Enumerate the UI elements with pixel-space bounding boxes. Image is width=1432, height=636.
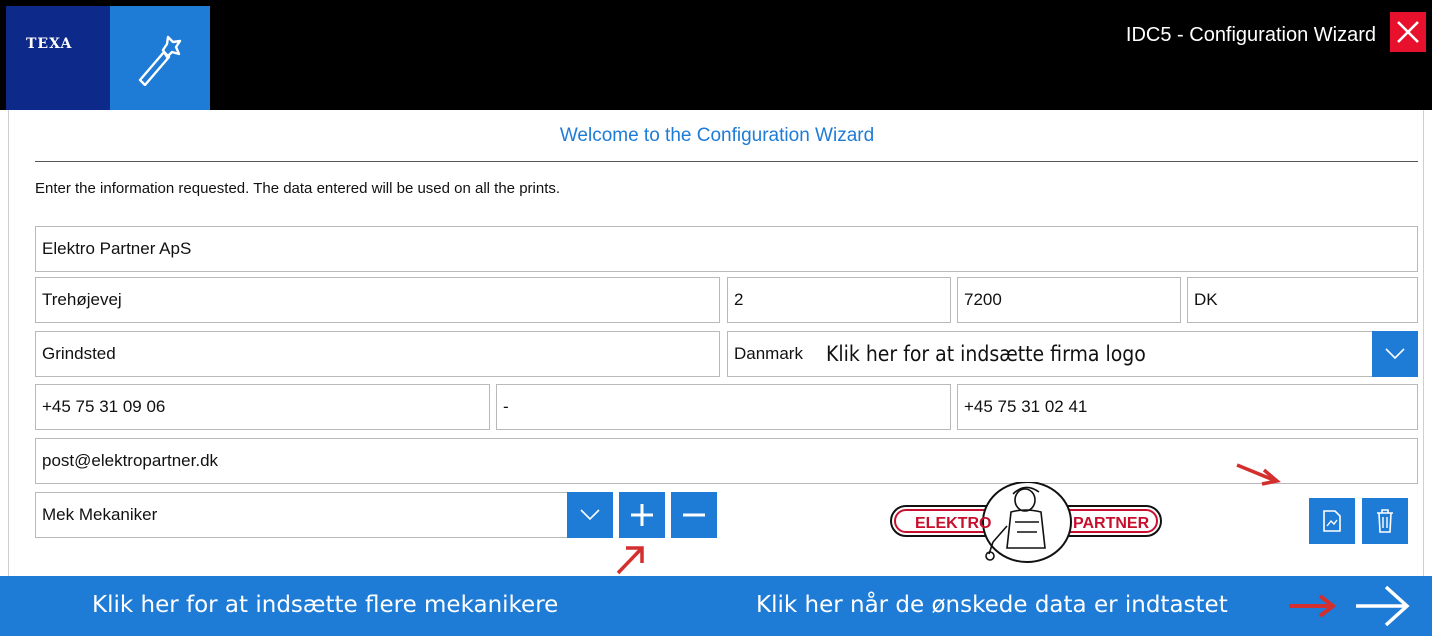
street-number-field[interactable]: 2 <box>727 277 951 323</box>
minus-icon <box>683 513 705 517</box>
country-code-field[interactable]: DK <box>1187 277 1418 323</box>
title-bar: TEXA IDC5 - Configuration Wizard <box>0 0 1432 110</box>
remove-mechanic-button[interactable] <box>671 492 717 538</box>
email-field[interactable]: post@elektropartner.dk <box>35 438 1418 484</box>
company-logo: ELEKTRO PARTNER <box>890 482 1162 563</box>
instructions-text: Enter the information requested. The dat… <box>35 180 561 197</box>
logo-right-text: PARTNER <box>1073 515 1150 532</box>
fax-field[interactable]: +45 75 31 02 41 <box>957 384 1418 430</box>
window-title: IDC5 - Configuration Wizard <box>1125 24 1376 46</box>
insert-logo-button[interactable] <box>1309 498 1355 544</box>
close-icon <box>1397 21 1419 43</box>
street-field[interactable]: Trehøjevej <box>35 277 720 323</box>
logo-hint-arrow-icon <box>1236 463 1281 486</box>
company-name-field[interactable]: Elektro Partner ApS <box>35 226 1418 272</box>
mechanic-select[interactable]: Mek Mekaniker <box>35 492 613 538</box>
phone-field[interactable]: +45 75 31 09 06 <box>35 384 490 430</box>
logo-hint-annotation: Klik her for at indsætte firma logo <box>826 342 1146 366</box>
next-button[interactable] <box>1350 582 1420 632</box>
logo-left-text: ELEKTRO <box>915 515 991 532</box>
magic-wand-icon <box>138 35 182 86</box>
chevron-down-icon <box>1385 348 1405 360</box>
chevron-down-icon <box>580 509 600 521</box>
plus-icon <box>631 504 653 526</box>
add-mechanic-hint-arrow-icon <box>616 546 644 575</box>
country-dropdown-button[interactable] <box>1372 331 1418 377</box>
arrow-right-icon <box>1356 585 1410 627</box>
image-file-icon <box>1323 510 1341 532</box>
add-mechanic-button[interactable] <box>619 492 665 538</box>
mechanic-dropdown-button[interactable] <box>567 492 613 538</box>
city-field[interactable]: Grindsted <box>35 331 720 377</box>
close-button[interactable] <box>1390 12 1426 52</box>
postcode-field[interactable]: 7200 <box>957 277 1181 323</box>
mobile-field[interactable]: - <box>496 384 951 430</box>
footer-bar: Klik her for at indsætte flere mekaniker… <box>0 576 1432 636</box>
divider <box>35 161 1418 162</box>
delete-logo-button[interactable] <box>1362 498 1408 544</box>
trash-icon <box>1377 509 1393 533</box>
next-hint-annotation: Klik her når de ønskede data er indtaste… <box>756 592 1228 618</box>
mechanic-hint-annotation: Klik her for at indsætte flere mekaniker… <box>92 592 559 618</box>
texa-logo: TEXA <box>6 6 110 110</box>
next-hint-arrow-icon <box>1289 594 1336 618</box>
wizard-tile <box>110 6 210 110</box>
page-title: Welcome to the Configuration Wizard <box>559 125 875 146</box>
wizard-content: Welcome to the Configuration Wizard Ente… <box>8 110 1424 576</box>
